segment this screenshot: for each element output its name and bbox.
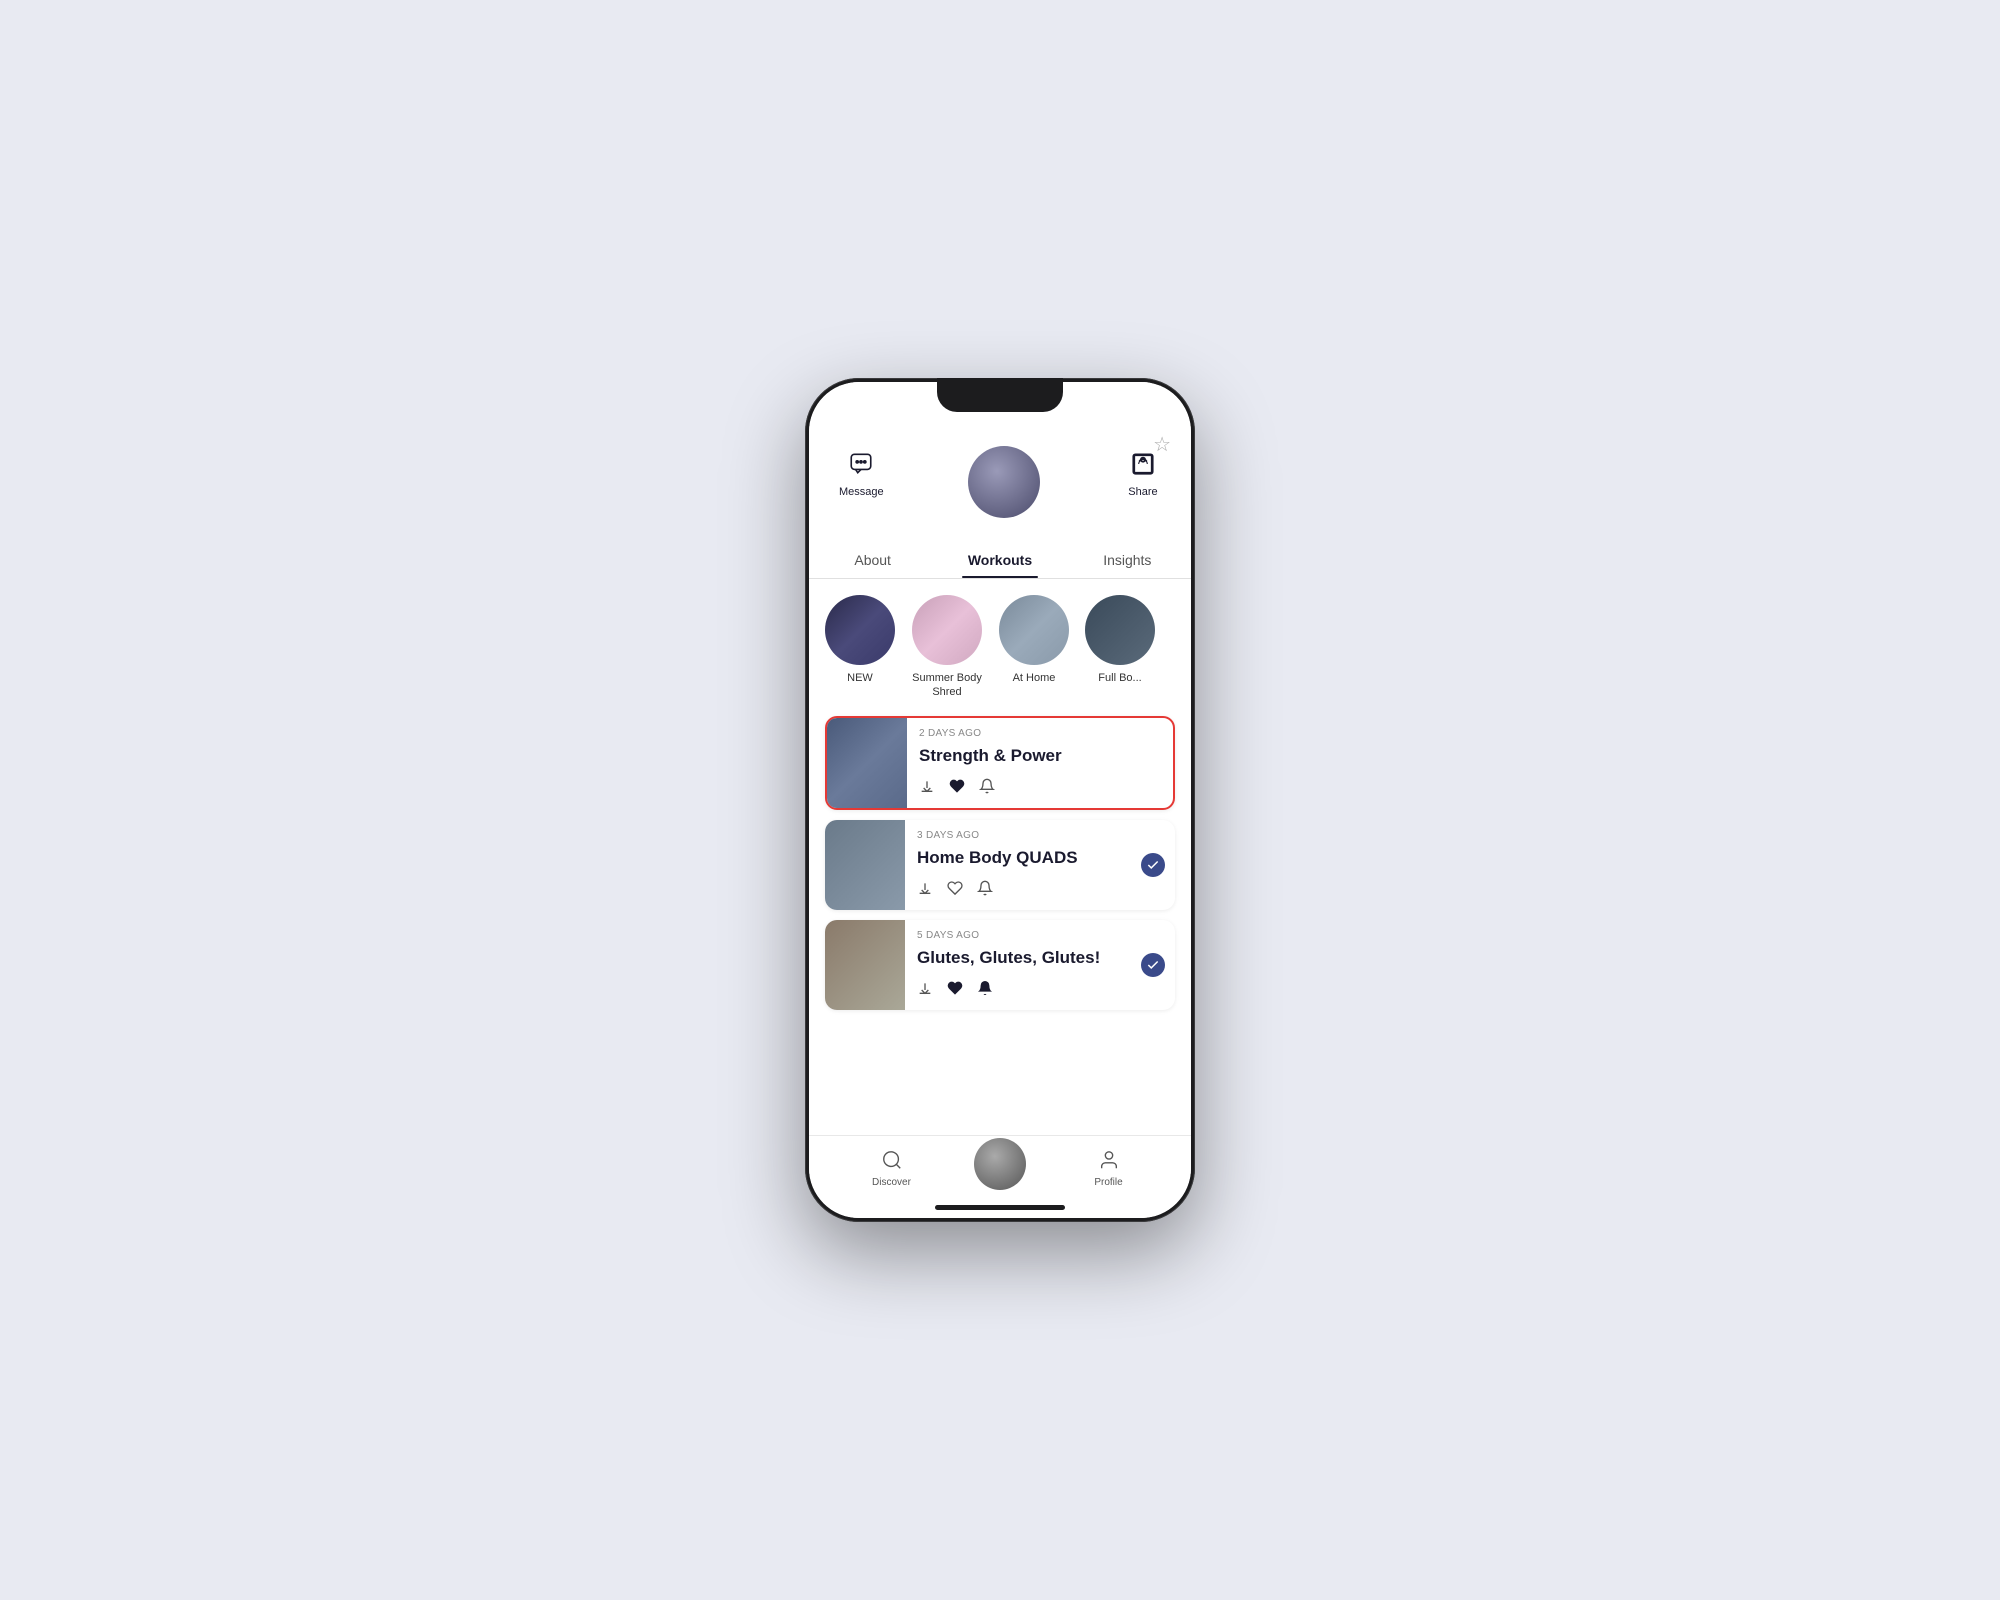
discover-icon	[878, 1146, 906, 1174]
circle-new-label: NEW	[847, 671, 873, 685]
bottom-nav: Discover Profile	[809, 1135, 1191, 1218]
message-button[interactable]: Message	[839, 446, 884, 498]
discover-label: Discover	[872, 1177, 911, 1188]
workout-info-homebody: 3 DAYS AGO Home Body QUADS	[905, 820, 1175, 910]
workout-card-strength-power[interactable]: 2 DAYS AGO Strength & Power	[825, 716, 1175, 810]
message-label: Message	[839, 486, 884, 498]
message-icon	[843, 446, 879, 482]
circle-new-image	[825, 595, 895, 665]
workout-date-strength: 2 DAYS AGO	[919, 728, 1161, 739]
profile-section: Message	[809, 426, 1191, 579]
workout-actions-homebody	[917, 880, 1163, 900]
tabs: About Workouts Insights	[809, 542, 1191, 579]
screen-content: Message	[809, 426, 1191, 1135]
workout-info-strength: 2 DAYS AGO Strength & Power	[907, 718, 1173, 808]
workout-list: 2 DAYS AGO Strength & Power	[809, 708, 1191, 1026]
workout-card-home-body-quads[interactable]: 3 DAYS AGO Home Body QUADS	[825, 820, 1175, 910]
tab-workouts[interactable]: Workouts	[936, 542, 1063, 578]
bell-icon-glutes[interactable]	[977, 980, 993, 1000]
workout-date-homebody: 3 DAYS AGO	[917, 830, 1163, 841]
circle-new[interactable]: NEW	[825, 595, 895, 700]
nav-center-avatar[interactable]	[974, 1138, 1026, 1190]
heart-icon-glutes[interactable]	[947, 980, 963, 1000]
workout-thumb-homebody	[825, 820, 905, 910]
download-icon-strength[interactable]	[919, 778, 935, 798]
check-badge-glutes	[1141, 953, 1165, 977]
circle-summer-label: Summer Body Shred	[911, 671, 983, 700]
avatar	[968, 446, 1040, 518]
notch	[937, 378, 1063, 412]
phone-screen: ☆	[809, 382, 1191, 1218]
tab-insights[interactable]: Insights	[1064, 542, 1191, 578]
download-icon-glutes[interactable]	[917, 980, 933, 1000]
workout-actions-glutes	[917, 980, 1163, 1000]
circle-fullbody-label: Full Bo...	[1098, 671, 1141, 685]
workout-title-homebody: Home Body QUADS	[917, 848, 1163, 868]
check-badge-homebody	[1141, 853, 1165, 877]
workout-date-glutes: 5 DAYS AGO	[917, 930, 1163, 941]
bell-icon-strength[interactable]	[979, 778, 995, 798]
heart-icon-homebody[interactable]	[947, 880, 963, 900]
heart-icon-strength[interactable]	[949, 778, 965, 798]
circle-summer-body-shred[interactable]: Summer Body Shred	[911, 595, 983, 700]
workout-thumb-glutes	[825, 920, 905, 1010]
share-label: Share	[1128, 486, 1157, 498]
profile-label: Profile	[1094, 1177, 1122, 1188]
favorite-button[interactable]: ☆	[1153, 432, 1171, 457]
workout-info-glutes: 5 DAYS AGO Glutes, Glutes, Glutes!	[905, 920, 1175, 1010]
phone-device: ☆	[805, 378, 1195, 1222]
download-icon-homebody[interactable]	[917, 880, 933, 900]
workout-circles: NEW Summer Body Shred At Home	[809, 579, 1191, 708]
circle-fullbody-image	[1085, 595, 1155, 665]
nav-item-profile[interactable]: Profile	[1026, 1146, 1191, 1188]
circle-athome-label: At Home	[1013, 671, 1056, 685]
profile-actions: Message	[809, 446, 1191, 518]
workout-actions-strength	[919, 778, 1161, 798]
tab-about[interactable]: About	[809, 542, 936, 578]
bell-icon-homebody[interactable]	[977, 880, 993, 900]
home-indicator	[935, 1205, 1065, 1210]
workout-title-glutes: Glutes, Glutes, Glutes!	[917, 948, 1163, 968]
circle-full-body[interactable]: Full Bo...	[1085, 595, 1155, 700]
circle-athome-image	[999, 595, 1069, 665]
circle-summer-image	[912, 595, 982, 665]
profile-icon	[1095, 1146, 1123, 1174]
workout-title-strength: Strength & Power	[919, 746, 1161, 766]
circle-at-home[interactable]: At Home	[999, 595, 1069, 700]
workout-card-glutes[interactable]: 5 DAYS AGO Glutes, Glutes, Glutes!	[825, 920, 1175, 1010]
nav-item-discover[interactable]: Discover	[809, 1146, 974, 1188]
avatar-image	[968, 446, 1040, 518]
workout-thumb-strength	[827, 718, 907, 808]
